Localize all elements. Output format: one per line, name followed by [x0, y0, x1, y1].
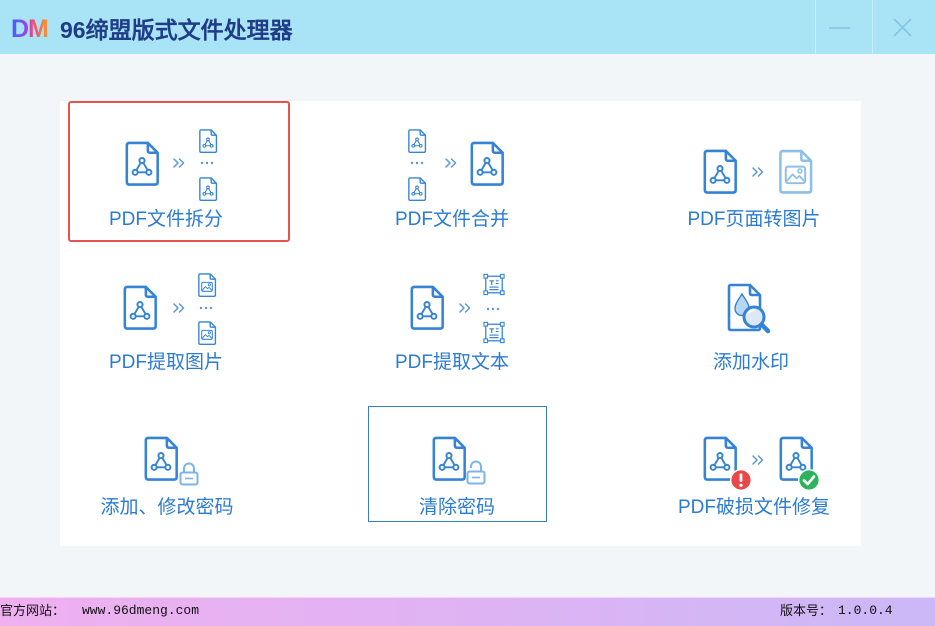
ellipsis-icon	[486, 307, 500, 311]
double-chevron-right-icon	[445, 158, 457, 168]
pdf-icon	[430, 435, 468, 482]
text-block-icon	[483, 273, 505, 296]
ellipsis-icon	[199, 306, 213, 310]
tool-label-pdf-split: PDF文件拆分	[108, 209, 223, 230]
pdf-icon	[408, 284, 446, 331]
pdf-small-icon	[407, 128, 427, 154]
ellipsis-icon	[200, 161, 214, 165]
pdf-icon	[121, 284, 159, 331]
pdf-icon	[701, 148, 739, 195]
version-number: 1.0.0.4	[838, 603, 893, 618]
double-chevron-right-icon	[752, 167, 764, 177]
success-badge-icon	[798, 469, 820, 491]
double-chevron-right-icon	[459, 303, 471, 313]
app-logo: DM	[11, 15, 49, 43]
tool-card-remove-password[interactable]: 清除密码	[368, 406, 547, 522]
watermark-magnifier-icon	[726, 282, 772, 334]
tool-card-pdf-merge[interactable]: PDF文件合并	[352, 101, 552, 242]
tool-card-pdf-to-image[interactable]: PDF页面转图片	[654, 101, 854, 242]
double-chevron-right-icon	[173, 158, 185, 168]
ellipsis-icon	[410, 161, 424, 165]
unlock-icon	[464, 459, 488, 485]
image-file-icon	[777, 148, 814, 195]
lock-icon	[177, 460, 201, 486]
pdf-small-icon	[198, 128, 218, 154]
status-bar: 官方网站： www.96dmeng.com 版本号： 1.0.0.4	[0, 597, 935, 626]
image-file-small-icon	[197, 272, 217, 298]
image-file-small-icon	[197, 320, 217, 346]
pdf-small-icon	[407, 176, 427, 202]
website-url-link[interactable]: www.96dmeng.com	[82, 598, 199, 624]
pdf-small-icon	[198, 176, 218, 202]
tool-label-extract-text: PDF提取文本	[394, 352, 509, 373]
tool-card-add-watermark[interactable]: 添加水印	[651, 252, 851, 386]
tool-panel: PDF文件拆分 PDF文件合并 PDF页面转图片 PDF提取图片 PDF提取文本	[60, 101, 861, 546]
pdf-icon	[468, 140, 506, 187]
close-icon	[893, 18, 912, 37]
tool-label-add-password: 添加、修改密码	[100, 497, 234, 518]
tool-card-add-password[interactable]: 添加、修改密码	[66, 406, 268, 522]
title-bar: DM 96缔盟版式文件处理器	[0, 0, 935, 54]
minimize-icon	[829, 27, 850, 29]
tool-card-extract-images[interactable]: PDF提取图片	[66, 252, 266, 386]
minimize-button[interactable]	[815, 0, 872, 54]
double-chevron-right-icon	[752, 455, 764, 465]
tool-label-extract-images: PDF提取图片	[108, 352, 223, 373]
close-button[interactable]	[872, 0, 935, 54]
tool-card-repair-pdf[interactable]: PDF破损文件修复	[654, 406, 854, 522]
tool-card-extract-text[interactable]: PDF提取文本	[352, 252, 552, 386]
tool-label-pdf-merge: PDF文件合并	[394, 209, 509, 230]
version-label: 版本号：	[780, 603, 833, 618]
double-chevron-right-icon	[173, 303, 185, 313]
tool-label-remove-password: 清除密码	[418, 497, 495, 518]
tool-label-add-watermark: 添加水印	[712, 352, 789, 373]
pdf-icon	[142, 435, 180, 482]
tool-label-repair-pdf: PDF破损文件修复	[677, 497, 830, 518]
pdf-icon	[123, 140, 161, 187]
website-label: 官方网站：	[0, 603, 66, 618]
text-block-icon	[483, 321, 505, 344]
tool-card-pdf-split[interactable]: PDF文件拆分	[68, 101, 290, 242]
tool-label-pdf-to-image: PDF页面转图片	[687, 209, 821, 230]
app-title: 96缔盟版式文件处理器	[60, 17, 293, 43]
error-badge-icon	[730, 469, 752, 491]
